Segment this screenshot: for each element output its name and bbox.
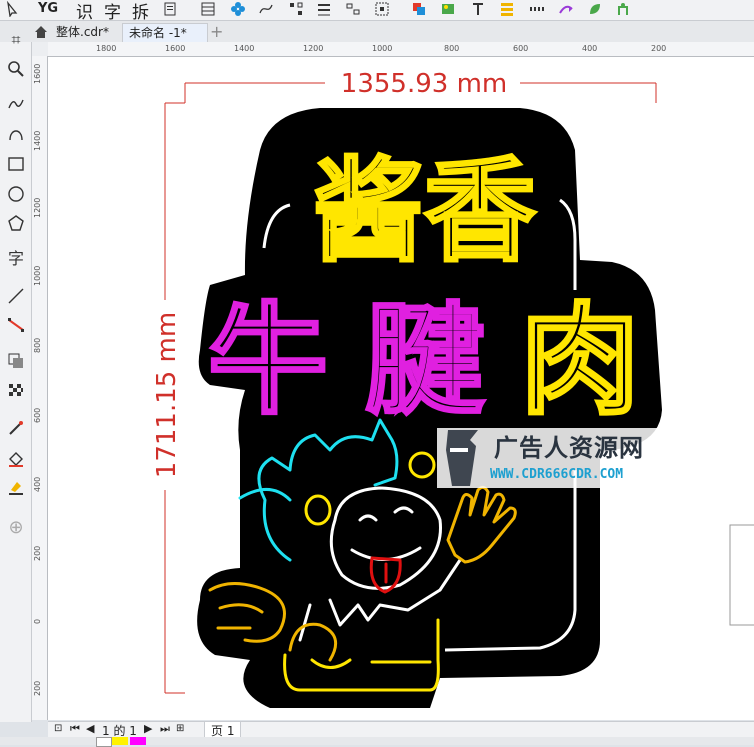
headline-char-jian: 腱 bbox=[365, 292, 485, 431]
height-dimension-label: 1711.15 mm bbox=[152, 312, 182, 478]
toolbox: ⌗ 字 ⊕ bbox=[0, 30, 32, 722]
prev-first-icon[interactable]: ⏮ bbox=[70, 722, 80, 736]
headline-line1: 酱香 bbox=[312, 147, 536, 277]
horizontal-ruler[interactable]: 1800 1600 1400 1200 1000 800 600 400 200 bbox=[48, 42, 754, 57]
text-frame-icon[interactable] bbox=[470, 1, 486, 17]
next-page-icon[interactable]: ▶ bbox=[144, 722, 152, 735]
headline-char-niu: 牛 bbox=[208, 292, 328, 431]
swatch-magenta[interactable] bbox=[130, 737, 146, 745]
fill-tool-icon[interactable] bbox=[6, 450, 26, 470]
ruler-v-label: 200 bbox=[33, 545, 42, 561]
toolbar: YG 识 字 拆 bbox=[0, 0, 754, 23]
green-tool-icon[interactable] bbox=[615, 1, 631, 17]
arrow-effect-icon[interactable] bbox=[558, 1, 574, 17]
shadow-tool-icon[interactable] bbox=[6, 352, 26, 372]
ruler-h-label: 1600 bbox=[165, 44, 186, 53]
list-icon[interactable] bbox=[499, 1, 515, 17]
connector-tool-icon[interactable] bbox=[6, 316, 26, 336]
prev-page-icon[interactable]: ◀ bbox=[86, 722, 94, 735]
freehand-tool-icon[interactable] bbox=[6, 94, 26, 114]
width-dimension-label: 1355.93 mm bbox=[341, 69, 507, 99]
dimension-tool-icon[interactable] bbox=[6, 287, 26, 307]
image-icon[interactable] bbox=[440, 1, 456, 17]
zoom-tool-icon[interactable] bbox=[6, 60, 26, 80]
drawing-canvas[interactable]: 1355.93 mm 1711.15 mm 酱香 牛 腱 肉 广告人资源网 WW… bbox=[48, 57, 754, 720]
smart-fill-tool-icon[interactable] bbox=[6, 478, 26, 498]
watermark-url: WWW.CDR666CDR.COM bbox=[490, 467, 623, 482]
artwork[interactable]: 1355.93 mm 1711.15 mm 酱香 牛 腱 肉 广告人资源网 WW… bbox=[48, 57, 754, 720]
ruler-corner bbox=[32, 42, 49, 57]
align-lines-icon[interactable] bbox=[316, 1, 332, 17]
rectangle-tool-icon[interactable] bbox=[6, 155, 26, 175]
headline-char-rou: 肉 bbox=[520, 292, 640, 431]
home-icon[interactable] bbox=[33, 24, 49, 40]
node-points-icon[interactable] bbox=[288, 1, 304, 17]
color-palette bbox=[0, 737, 754, 747]
ruler-v-label: 1400 bbox=[33, 130, 42, 151]
add-tab-icon[interactable]: + bbox=[210, 22, 223, 41]
ruler-v-label: 200 bbox=[33, 680, 42, 696]
swatch-yellow[interactable] bbox=[112, 737, 128, 745]
distribute-icon[interactable] bbox=[345, 1, 361, 17]
eyedropper-tool-icon[interactable] bbox=[6, 419, 26, 439]
ruler-v-label: 1600 bbox=[33, 63, 42, 84]
recognize-button[interactable]: 识 bbox=[76, 0, 93, 23]
page-layout-icon[interactable] bbox=[200, 1, 216, 17]
no-fill-swatch[interactable] bbox=[96, 737, 112, 747]
ruler-v-label: 0 bbox=[33, 618, 42, 624]
ellipse-tool-icon[interactable] bbox=[6, 185, 26, 205]
document-icon[interactable] bbox=[162, 1, 178, 17]
page-navigation: ⊡ ⏮ ◀ 1 的 1 ▶ ⏭ ⊞ 页 1 bbox=[48, 721, 754, 740]
last-page-icon[interactable]: ⏭ bbox=[160, 722, 170, 736]
yg-plugin-label[interactable]: YG bbox=[38, 1, 58, 16]
flower-pattern-icon[interactable] bbox=[230, 1, 246, 17]
ruler-v-label: 800 bbox=[33, 337, 42, 353]
text-tool-icon[interactable]: 字 bbox=[6, 249, 26, 269]
crop-tool-icon[interactable]: ⌗ bbox=[6, 30, 26, 50]
add-page-icon[interactable]: ⊞ bbox=[176, 723, 184, 734]
ruler-v-label: 400 bbox=[33, 476, 42, 492]
vertical-ruler[interactable]: 1600 1400 1200 1000 800 600 400 200 0 20… bbox=[32, 56, 48, 720]
ruler-h-label: 600 bbox=[513, 44, 529, 53]
ruler-v-label: 600 bbox=[33, 407, 42, 423]
node-curve-icon[interactable] bbox=[258, 1, 274, 17]
ruler-h-label: 1200 bbox=[303, 44, 324, 53]
ruler-v-label: 1200 bbox=[33, 197, 42, 218]
bezier-tool-icon[interactable] bbox=[6, 126, 26, 146]
ruler-h-label: 1000 bbox=[372, 44, 393, 53]
polygon-tool-icon[interactable] bbox=[6, 214, 26, 234]
tab-document-2[interactable]: 未命名 -1* bbox=[122, 23, 208, 42]
select-tool-icon[interactable] bbox=[6, 0, 22, 18]
first-page-icon[interactable]: ⊡ bbox=[54, 723, 62, 734]
ruler-h-label: 400 bbox=[582, 44, 598, 53]
watermark-title: 广告人资源网 bbox=[494, 434, 644, 462]
tab-document-1[interactable]: 整体.cdr* bbox=[50, 23, 115, 41]
transparency-tool-icon[interactable] bbox=[6, 382, 26, 402]
ruler-h-label: 800 bbox=[444, 44, 460, 53]
ruler-h-label: 1400 bbox=[234, 44, 255, 53]
color-swap-icon[interactable] bbox=[411, 1, 427, 17]
grid-dots-icon[interactable] bbox=[528, 1, 544, 17]
group-frame-icon[interactable] bbox=[374, 1, 390, 17]
next-page-edge bbox=[729, 524, 754, 626]
ruler-v-label: 1000 bbox=[33, 265, 42, 286]
green-leaf-icon[interactable] bbox=[587, 1, 603, 17]
add-tool-icon[interactable]: ⊕ bbox=[6, 518, 26, 538]
document-tabs: 整体.cdr* 未命名 -1* + bbox=[0, 21, 754, 43]
split-button[interactable]: 拆 bbox=[132, 0, 149, 23]
ruler-h-label: 200 bbox=[651, 44, 667, 53]
ruler-h-label: 1800 bbox=[96, 44, 117, 53]
text-button[interactable]: 字 bbox=[104, 0, 121, 23]
